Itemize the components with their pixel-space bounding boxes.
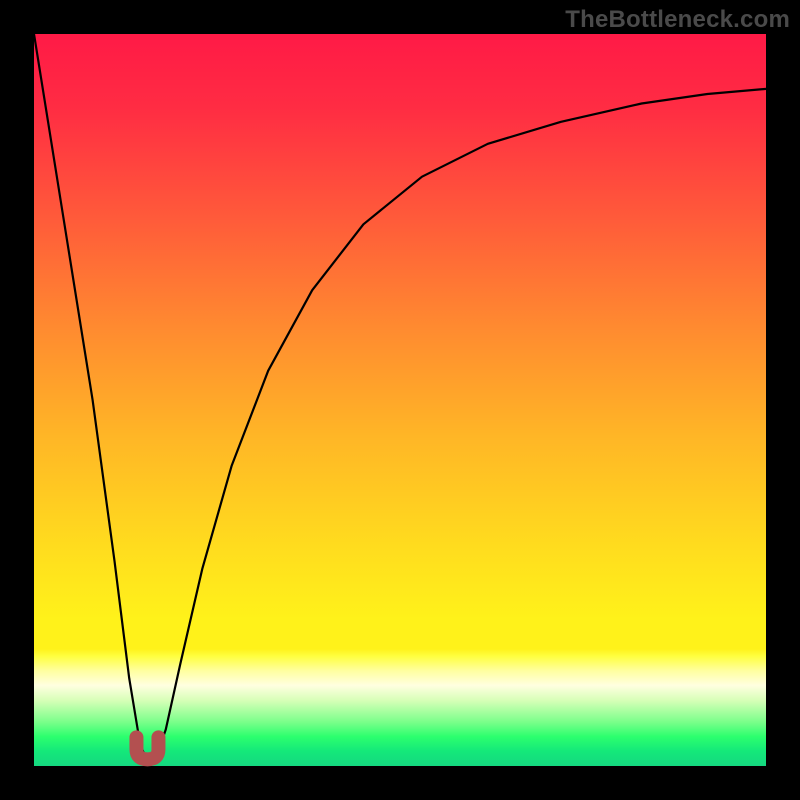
watermark-text: TheBottleneck.com <box>565 6 790 34</box>
chart-frame: TheBottleneck.com <box>0 0 800 800</box>
optimal-marker <box>136 737 158 759</box>
plot-area <box>34 34 766 766</box>
curve-svg <box>34 34 766 766</box>
bottleneck-curve <box>34 34 766 762</box>
